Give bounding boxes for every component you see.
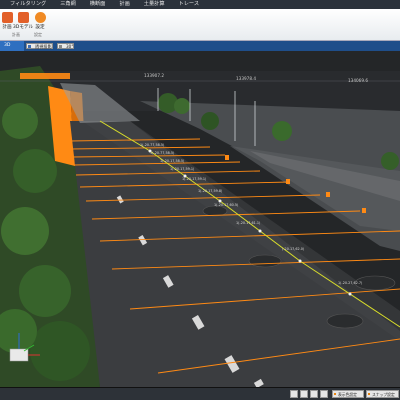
status-icon-1[interactable] (290, 390, 298, 398)
coordinate-label-1: 133907.2 (144, 73, 164, 78)
menu-bar: フィルタリング 三角網 横断面 計画 土量計算 トレース (0, 0, 400, 9)
status-icon-2[interactable] (300, 390, 308, 398)
status-bar: 表示色設定 スナップ設定 (0, 387, 400, 400)
view-angle-value: 30° (66, 44, 74, 49)
coordinate-label-3: 134069.6 (348, 78, 368, 83)
snap-settings-label: スナップ設定 (372, 392, 395, 397)
cross-section-label: 1(-20.17,59.8) (198, 189, 223, 193)
menu-item-cross-section[interactable]: 横断面 (83, 0, 113, 9)
menu-item-trace[interactable]: トレース (172, 0, 207, 9)
projection-icon (28, 45, 31, 48)
gear-icon (34, 12, 46, 23)
status-icon-4[interactable] (320, 390, 328, 398)
angle-icon (59, 45, 62, 48)
model-3d-icon (17, 12, 29, 23)
status-icon-3[interactable] (310, 390, 318, 398)
ribbon: 計画 3Dモデル 設定 計画 設定 (0, 9, 400, 41)
view-toolbar: 3D 透視投影 30° (0, 41, 400, 51)
menu-item-filtering[interactable]: フィルタリング (0, 0, 53, 9)
tab-3d[interactable]: 3D (0, 41, 24, 51)
cross-section-label: 1(-20.17,59.1) (170, 167, 195, 171)
group-label-settings: 設定 (34, 32, 42, 37)
plan-icon (1, 12, 13, 23)
model-3d-button-label: 3Dモデル (12, 25, 34, 30)
snap-settings-button[interactable]: スナップ設定 (366, 390, 399, 398)
point-cloud-scene (0, 51, 400, 387)
display-color-settings-label: 表示色設定 (338, 392, 357, 397)
cross-section-label: 1(-20.77,58.5) (140, 143, 165, 147)
color-settings-icon (334, 393, 336, 395)
app-window: フィルタリング 三角網 横断面 計画 土量計算 トレース 計画 3Dモデル 設定… (0, 0, 400, 400)
cross-section-label: 1(-20.17,60.5) (214, 203, 239, 207)
projection-mode-value: 透視投影 (35, 44, 52, 49)
menu-item-triangulation[interactable]: 三角網 (53, 0, 83, 9)
settings-button-label: 設定 (35, 25, 45, 30)
projection-mode-select[interactable]: 透視投影 (26, 43, 53, 49)
3d-viewport[interactable]: 133907.2 133978.4 134069.6 1(-20.77,58.5… (0, 51, 400, 387)
cross-section-label: 1(-20.27,62.7) (338, 281, 363, 285)
coordinate-label-2: 133978.4 (236, 76, 256, 81)
cross-section-label: 1(-20.17,58.5) (160, 159, 185, 163)
group-label-plan: 計画 (12, 32, 20, 37)
snap-settings-icon (368, 393, 370, 395)
cross-section-label: 1(-20.17,61.1) (236, 221, 261, 225)
cross-section-label: 1(-20.77,58.5) (150, 151, 175, 155)
cross-section-label: (-20.17,62.0) (282, 247, 305, 251)
menu-item-plan[interactable]: 計画 (112, 0, 136, 9)
menu-item-earthwork[interactable]: 土量計算 (137, 0, 172, 9)
view-angle-select[interactable]: 30° (57, 43, 74, 49)
cross-section-label: 1(-20.17,59.1) (182, 177, 207, 181)
plan-button-label: 計画 (2, 25, 12, 30)
display-color-settings-button[interactable]: 表示色設定 (332, 390, 364, 398)
